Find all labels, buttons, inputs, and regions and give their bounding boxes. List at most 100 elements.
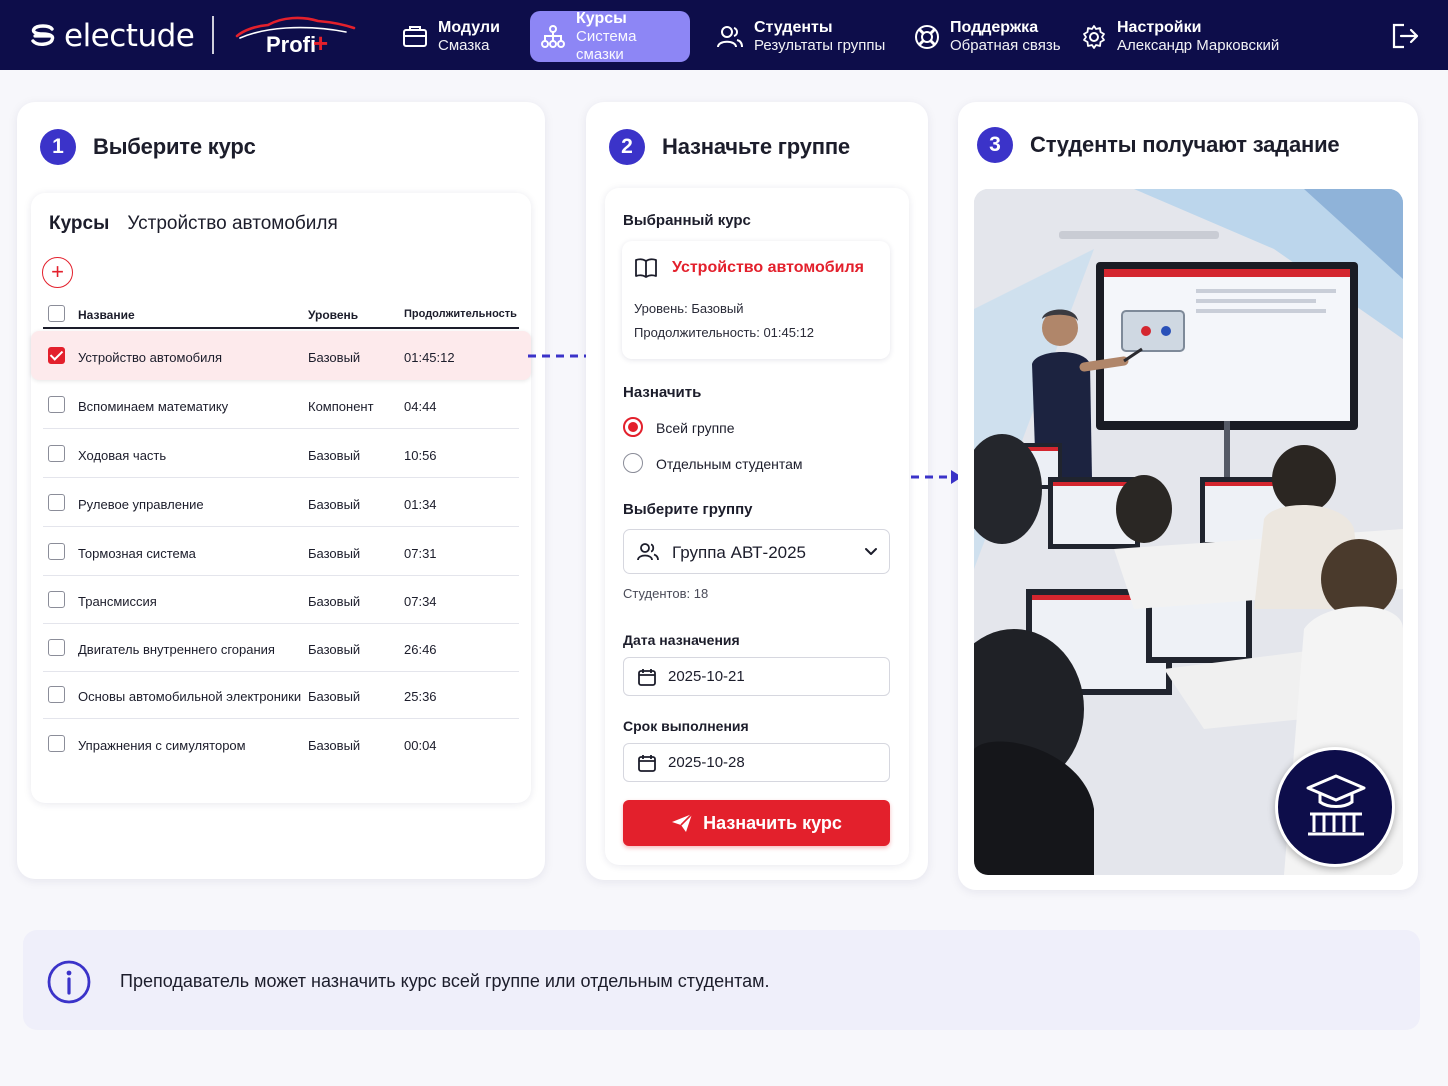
row-duration: 04:44 [404,399,437,414]
nav-modules-title: Модули [438,18,500,36]
calendar-icon [638,755,656,772]
table-row[interactable]: Ходовая часть Базовый 10:56 [43,429,519,478]
course-level-line: Уровень: Базовый [634,301,744,316]
table-row[interactable]: Двигатель внутреннего сгорания Базовый 2… [43,623,519,672]
course-duration-line: Продолжительность: 01:45:12 [634,325,814,340]
row-duration: 10:56 [404,448,437,463]
table-row-selected[interactable]: Устройство автомобиля Базовый 01:45:12 [31,331,531,380]
row-checkbox[interactable] [48,639,65,656]
assign-label: Назначить [623,384,702,401]
row-duration: 07:31 [404,546,437,561]
assign-date-value: 2025-10-21 [668,668,745,685]
step-2-header: 2 Назначьте группе [609,129,850,165]
radio-whole-group[interactable] [623,417,643,437]
radio-individual-students-label[interactable]: Отдельным студентам [656,456,803,472]
row-checkbox[interactable] [48,591,65,608]
column-duration: Продолжительность [404,308,517,320]
due-date-input[interactable]: 2025-10-28 [623,743,890,782]
table-row[interactable]: Упражнения с симулятором Базовый 00:04 [43,719,519,768]
step-3-header: 3 Студенты получают задание [977,127,1340,163]
flow-arrow-2 [911,470,962,484]
step-1-title: Выберите курс [93,134,256,159]
logout-icon [1392,23,1419,49]
table-row[interactable]: Рулевое управление Базовый 01:34 [43,478,519,527]
modules-icon [403,25,427,47]
duration-label: Продолжительность: [634,325,760,340]
nav-courses[interactable]: Курсы Система смазки [530,9,690,63]
column-level: Уровень [308,308,359,322]
table-row[interactable]: Вспоминаем математику Компонент 04:44 [43,380,519,429]
row-checkbox[interactable] [48,686,65,703]
nav-settings-subtitle: Александр Марковский [1117,36,1280,54]
step-2-title: Назначьте группе [662,134,850,159]
top-navigation-bar: electude Profi + Модули Смазка Курсы Систе… [0,0,1448,70]
row-level: Базовый [308,689,361,704]
row-level: Компонент [308,399,374,414]
add-course-button[interactable]: + [42,257,73,288]
nav-support-title: Поддержка [950,18,1039,36]
table-row[interactable]: Основы автомобильной электроники Базовый… [43,670,519,719]
logout-button[interactable] [1390,22,1420,55]
profi-logo[interactable]: Profi + [234,12,364,58]
row-duration: 26:46 [404,642,437,657]
row-level: Базовый [308,546,361,561]
row-checkbox[interactable] [48,543,65,560]
step-2-card: 2 Назначьте группе Выбранный курс Устрой… [586,102,928,880]
table-row[interactable]: Тормозная система Базовый 07:31 [43,527,519,576]
calendar-icon [638,669,656,686]
step-1-header: 1 Выберите курс [40,129,256,165]
row-checkbox[interactable] [48,735,65,752]
row-level: Базовый [308,350,361,365]
support-icon [915,24,939,49]
assign-course-button-label: Назначить курс [703,812,842,833]
nav-support[interactable]: Поддержка Обратная связь [914,11,1061,62]
radio-whole-group-label[interactable]: Всей группе [656,420,735,436]
row-level: Базовый [308,497,361,512]
row-checkbox[interactable] [48,494,65,511]
row-duration: 01:45:12 [404,350,455,365]
row-checkbox-checked[interactable] [48,347,65,364]
row-name: Двигатель внутреннего сгорания [78,642,275,657]
students-icon [717,25,743,47]
nav-settings[interactable]: Настройки Александр Марковский [1081,11,1279,62]
academy-badge [1275,747,1395,867]
assign-course-button[interactable]: Назначить курс [623,800,890,846]
academy-icon [1306,774,1366,836]
row-name: Ходовая часть [78,448,167,463]
students-count: Студентов: 18 [623,586,709,601]
row-checkbox[interactable] [48,396,65,413]
selected-course-name: Устройство автомобиля [672,259,864,276]
tab-courses[interactable]: Курсы [49,213,109,234]
assign-form: Выбранный курс Устройство автомобиля Уро… [605,188,909,865]
info-icon [47,960,91,1004]
column-name: Название [78,308,135,322]
row-level: Базовый [308,642,361,657]
courses-tabs: Курсы Устройство автомобиля [49,213,338,235]
row-name: Устройство автомобиля [78,350,223,365]
nav-students[interactable]: Студенты Результаты группы [716,11,885,62]
group-select[interactable]: Группа АВТ-2025 [623,529,890,574]
tab-course-context[interactable]: Устройство автомобиля [127,213,337,234]
table-row[interactable]: Трансмиссия Базовый 07:34 [43,575,519,624]
row-duration: 25:36 [404,689,437,704]
assign-date-input[interactable]: 2025-10-21 [623,657,890,696]
courses-icon [541,24,565,48]
row-name: Основы автомобильной электроники [78,689,302,704]
due-date-value: 2025-10-28 [668,754,745,771]
electude-logo[interactable]: electude [28,18,195,54]
due-date-label: Срок выполнения [623,718,749,734]
radio-individual-students[interactable] [623,453,643,473]
select-all-checkbox[interactable] [48,305,65,322]
row-checkbox[interactable] [48,445,65,462]
info-text: Преподаватель может назначить курс всей … [120,971,770,991]
step-3-card: 3 Студенты получают задание [958,102,1418,890]
nav-courses-title: Курсы [576,9,627,27]
selected-course-box: Устройство автомобиля Уровень: Базовый П… [622,241,890,359]
step-2-number: 2 [609,129,645,165]
brand-divider [212,16,214,54]
row-name: Вспоминаем математику [78,399,229,414]
nav-modules[interactable]: Модули Смазка [402,11,500,62]
profi-plus: + [313,28,329,58]
brand-name: electude [64,18,195,54]
nav-support-subtitle: Обратная связь [950,36,1061,54]
